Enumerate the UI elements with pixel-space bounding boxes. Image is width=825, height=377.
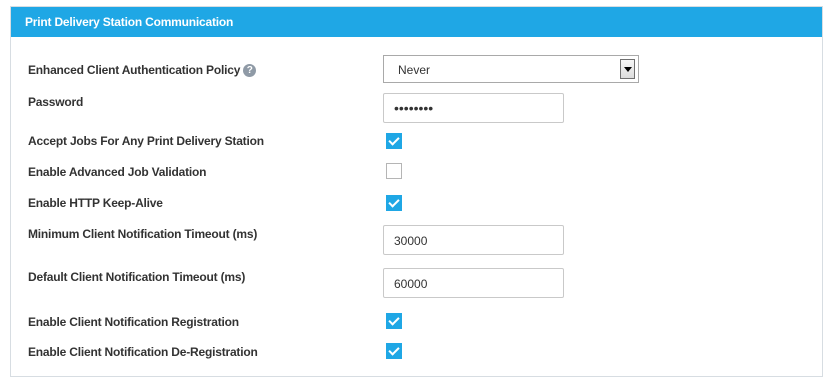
notif-deregistration-label: Enable Client Notification De-Registrati… — [28, 345, 258, 359]
advanced-validation-label: Enable Advanced Job Validation — [28, 165, 207, 179]
auth-policy-label-text: Enhanced Client Authentication Policy — [28, 63, 241, 77]
auth-policy-select[interactable]: Never — [383, 55, 639, 83]
advanced-validation-checkbox[interactable] — [386, 163, 402, 179]
auth-policy-select-value: Never — [398, 63, 431, 77]
chevron-down-icon[interactable] — [620, 59, 635, 79]
notif-registration-label: Enable Client Notification Registration — [28, 315, 239, 329]
keep-alive-checkbox[interactable] — [386, 195, 402, 211]
min-timeout-label: Minimum Client Notification Timeout (ms) — [28, 227, 258, 241]
notif-registration-checkbox[interactable] — [386, 313, 402, 329]
keep-alive-label: Enable HTTP Keep-Alive — [28, 196, 163, 210]
notif-deregistration-checkbox[interactable] — [386, 343, 402, 359]
min-timeout-input[interactable]: 30000 — [383, 225, 564, 255]
panel-title: Print Delivery Station Communication — [11, 7, 822, 37]
question-circle-icon[interactable]: ? — [243, 64, 257, 77]
auth-policy-label: Enhanced Client Authentication Policy? — [28, 63, 257, 77]
accept-jobs-checkbox[interactable] — [386, 133, 402, 149]
default-timeout-input[interactable]: 60000 — [383, 268, 564, 298]
password-field[interactable]: •••••••• — [383, 93, 564, 123]
password-label: Password — [28, 95, 84, 109]
settings-panel: Print Delivery Station Communication Enh… — [10, 6, 823, 377]
default-timeout-label: Default Client Notification Timeout (ms) — [28, 270, 246, 284]
accept-jobs-label: Accept Jobs For Any Print Delivery Stati… — [28, 134, 264, 148]
